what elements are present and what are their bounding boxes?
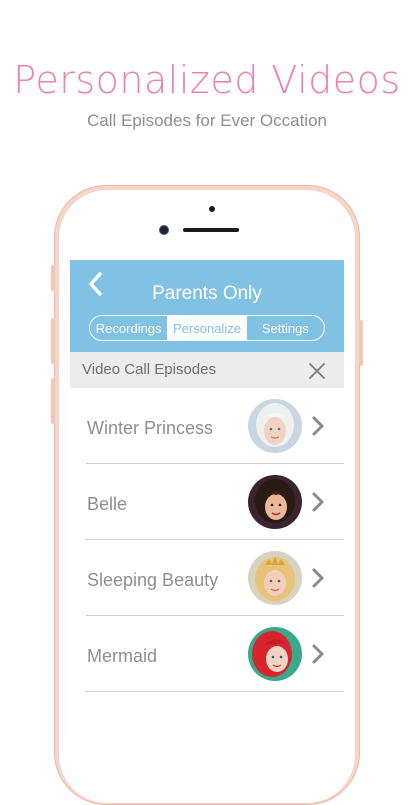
chevron-right-icon	[312, 568, 324, 588]
list-item-mermaid[interactable]: Mermaid	[70, 616, 344, 692]
mute-switch	[51, 265, 55, 291]
power-button	[359, 320, 363, 366]
chevron-right-icon	[312, 644, 324, 664]
page-title: Parents Only	[152, 283, 262, 304]
section-title: Video Call Episodes	[82, 361, 216, 378]
episode-name: Winter Princess	[87, 418, 214, 438]
episode-name: Sleeping Beauty	[87, 570, 219, 590]
row-divider	[86, 691, 344, 692]
list-item-belle[interactable]: Belle	[70, 464, 344, 540]
tab-personalize[interactable]: Personalize	[167, 316, 246, 340]
earpiece-speaker	[183, 228, 239, 232]
chevron-right-icon	[312, 416, 324, 436]
episode-name: Mermaid	[87, 646, 158, 666]
chevron-right-icon	[312, 492, 324, 512]
winter-princess-avatar	[248, 399, 302, 453]
episode-list: Winter Princess Belle Sleeping Beauty Me…	[70, 388, 344, 692]
front-camera	[159, 225, 169, 235]
front-sensor	[209, 206, 215, 212]
sleeping-beauty-avatar	[248, 551, 302, 605]
promo-headline: Personalized Videos	[13, 58, 401, 102]
mermaid-avatar	[248, 627, 302, 681]
list-item-sleeping-beauty[interactable]: Sleeping Beauty	[70, 540, 344, 616]
app-screen: Parents Only Recordings Personalize Sett…	[70, 260, 344, 736]
segmented-control: Recordings Personalize Settings	[89, 315, 325, 341]
section-header: Video Call Episodes	[70, 352, 344, 388]
episode-name: Belle	[87, 494, 128, 514]
belle-avatar	[248, 475, 302, 529]
app-header: Parents Only Recordings Personalize Sett…	[70, 260, 344, 352]
close-icon[interactable]	[308, 362, 326, 380]
tab-settings[interactable]: Settings	[245, 316, 324, 340]
volume-down-button	[51, 378, 55, 424]
promo-subheadline: Call Episodes for Ever Occation	[87, 111, 327, 130]
volume-up-button	[51, 318, 55, 364]
tab-recordings[interactable]: Recordings	[90, 316, 167, 340]
list-item-winter-princess[interactable]: Winter Princess	[70, 388, 344, 464]
